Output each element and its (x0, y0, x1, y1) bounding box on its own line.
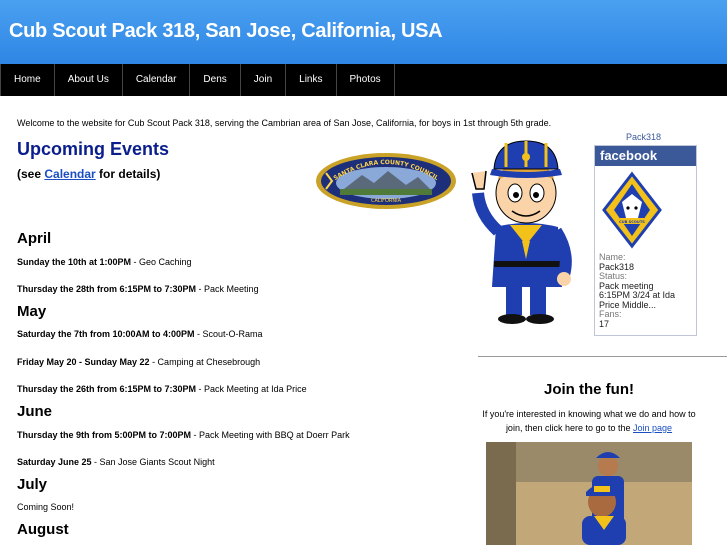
calendar-link[interactable]: Calendar (44, 167, 95, 181)
join-text: If you're interested in knowing what we … (482, 409, 696, 433)
month-august: August (17, 521, 69, 538)
month-may: May (17, 303, 47, 320)
badge-bottom-text: CALIFORNIA (371, 198, 402, 204)
join-page-link[interactable]: Join page (633, 423, 672, 433)
month-july: July (17, 476, 48, 493)
facebook-details: Name: Pack318 Status: Pack meeting 6:15P… (599, 252, 675, 329)
event-item: Thursday the 26th from 6:15PM to 7:30PM … (17, 384, 307, 394)
sidebar-divider (478, 356, 727, 357)
nav-join[interactable]: Join (241, 64, 287, 96)
month-june: June (17, 403, 53, 420)
facebook-page-link[interactable]: Pack318 (626, 132, 661, 142)
scouts-photo (486, 442, 692, 545)
event-item: Sunday the 10th at 1:00PM - Geo Caching (17, 257, 192, 267)
event-item: Thursday the 28th from 6:15PM to 7:30PM … (17, 284, 259, 294)
cub-scouts-logo-icon: CUB SCOUTS (602, 171, 662, 249)
nav-calendar[interactable]: Calendar (123, 64, 191, 96)
cub-scouts-logo-text: CUB SCOUTS (619, 220, 645, 224)
nav-photos[interactable]: Photos (337, 64, 395, 96)
nav-about-us[interactable]: About Us (55, 64, 123, 96)
event-item: Friday May 20 - Sunday May 22 - Camping … (17, 357, 261, 367)
fb-fans-value: 17 (599, 318, 610, 329)
main-nav: Home About Us Calendar Dens Join Links P… (0, 64, 727, 96)
event-item: Saturday June 25 - San Jose Giants Scout… (17, 457, 215, 467)
join-heading: Join the fun! (544, 381, 634, 398)
cub-scout-mascot-image (471, 140, 572, 324)
month-april: April (17, 230, 52, 247)
upcoming-events-heading: Upcoming Events (17, 139, 170, 159)
site-header: Cub Scout Pack 318, San Jose, California… (0, 0, 727, 64)
see-suffix: for details) (95, 167, 161, 181)
facebook-brand: facebook (595, 146, 696, 166)
welcome-text: Welcome to the website for Cub Scout Pac… (17, 118, 552, 128)
council-badge-image: SANTA CLARA COUNTY COUNCIL CALIFORNIA (316, 153, 456, 209)
site-title: Cub Scout Pack 318, San Jose, California… (9, 20, 443, 42)
nav-links[interactable]: Links (286, 64, 337, 96)
facebook-badge[interactable]: facebook CUB SCOUTS Name: Pack318 Status… (594, 145, 697, 336)
nav-home[interactable]: Home (0, 64, 55, 96)
see-calendar-note: (see Calendar for details) (17, 167, 160, 181)
see-prefix: (see (17, 167, 45, 181)
event-item: Coming Soon! (17, 502, 75, 512)
event-item: Saturday the 7th from 10:00AM to 4:00PM … (17, 329, 263, 339)
event-item: Thursday the 9th from 5:00PM to 7:00PM -… (17, 430, 350, 440)
nav-dens[interactable]: Dens (190, 64, 241, 96)
fb-fans-label: Fans: (599, 309, 622, 319)
